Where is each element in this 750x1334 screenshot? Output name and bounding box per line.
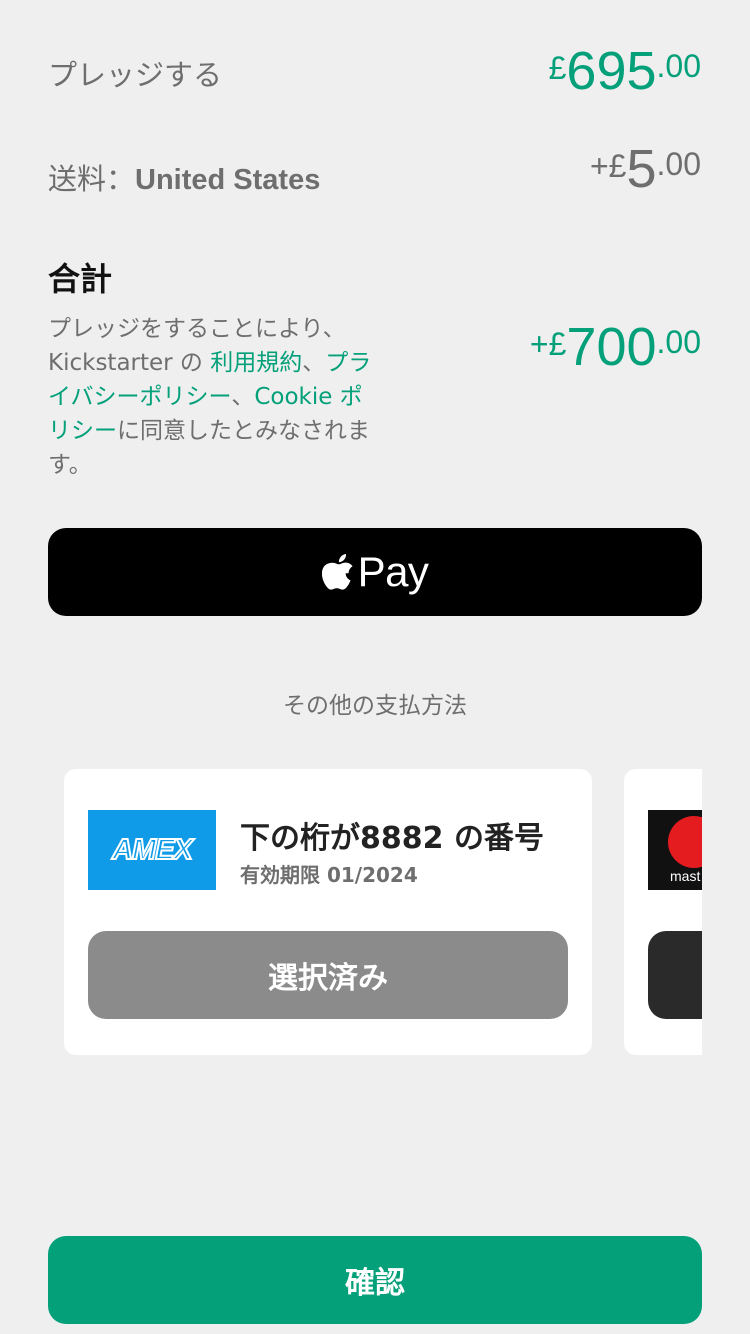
mastercard-logo-icon: mast xyxy=(648,810,702,890)
terms-text: プレッジをすることにより、Kickstarter の 利用規約、プライバシーポリ… xyxy=(48,316,372,478)
card-expiry-label: 有効期限 01/2024 xyxy=(240,863,418,887)
pledge-amount: £695.00 xyxy=(548,41,701,101)
payment-card-amex[interactable]: AMEX 下の桁が8882 の番号 有効期限 01/2024 選択済み xyxy=(64,769,592,1055)
select-card-button[interactable] xyxy=(648,931,702,1019)
pledge-label: プレッジする xyxy=(48,58,223,92)
apple-pay-label: Pay xyxy=(357,548,429,595)
confirm-button[interactable]: 確認 xyxy=(48,1236,702,1324)
payment-card-mastercard[interactable]: mast xyxy=(624,769,702,1055)
selected-button[interactable]: 選択済み xyxy=(88,931,568,1019)
amex-logo-icon: AMEX xyxy=(88,810,216,890)
shipping-country: United States xyxy=(135,164,321,196)
apple-pay-button[interactable]: Pay xyxy=(48,528,702,616)
other-payment-methods-label: その他の支払方法 xyxy=(283,693,467,719)
shipping-amount: +£5.00 xyxy=(589,139,701,199)
total-title: 合計 xyxy=(48,260,113,298)
mastercard-circle xyxy=(668,816,702,868)
terms-of-use-link[interactable]: 利用規約 xyxy=(210,350,302,376)
total-amount: +£700.00 xyxy=(529,317,701,377)
card-number-label: 下の桁が8882 の番号 xyxy=(240,821,544,856)
payment-card-carousel[interactable]: AMEX 下の桁が8882 の番号 有効期限 01/2024 選択済み mast xyxy=(48,768,702,1058)
apple-logo-icon xyxy=(321,554,353,590)
shipping-label: 送料：United States xyxy=(48,162,321,196)
